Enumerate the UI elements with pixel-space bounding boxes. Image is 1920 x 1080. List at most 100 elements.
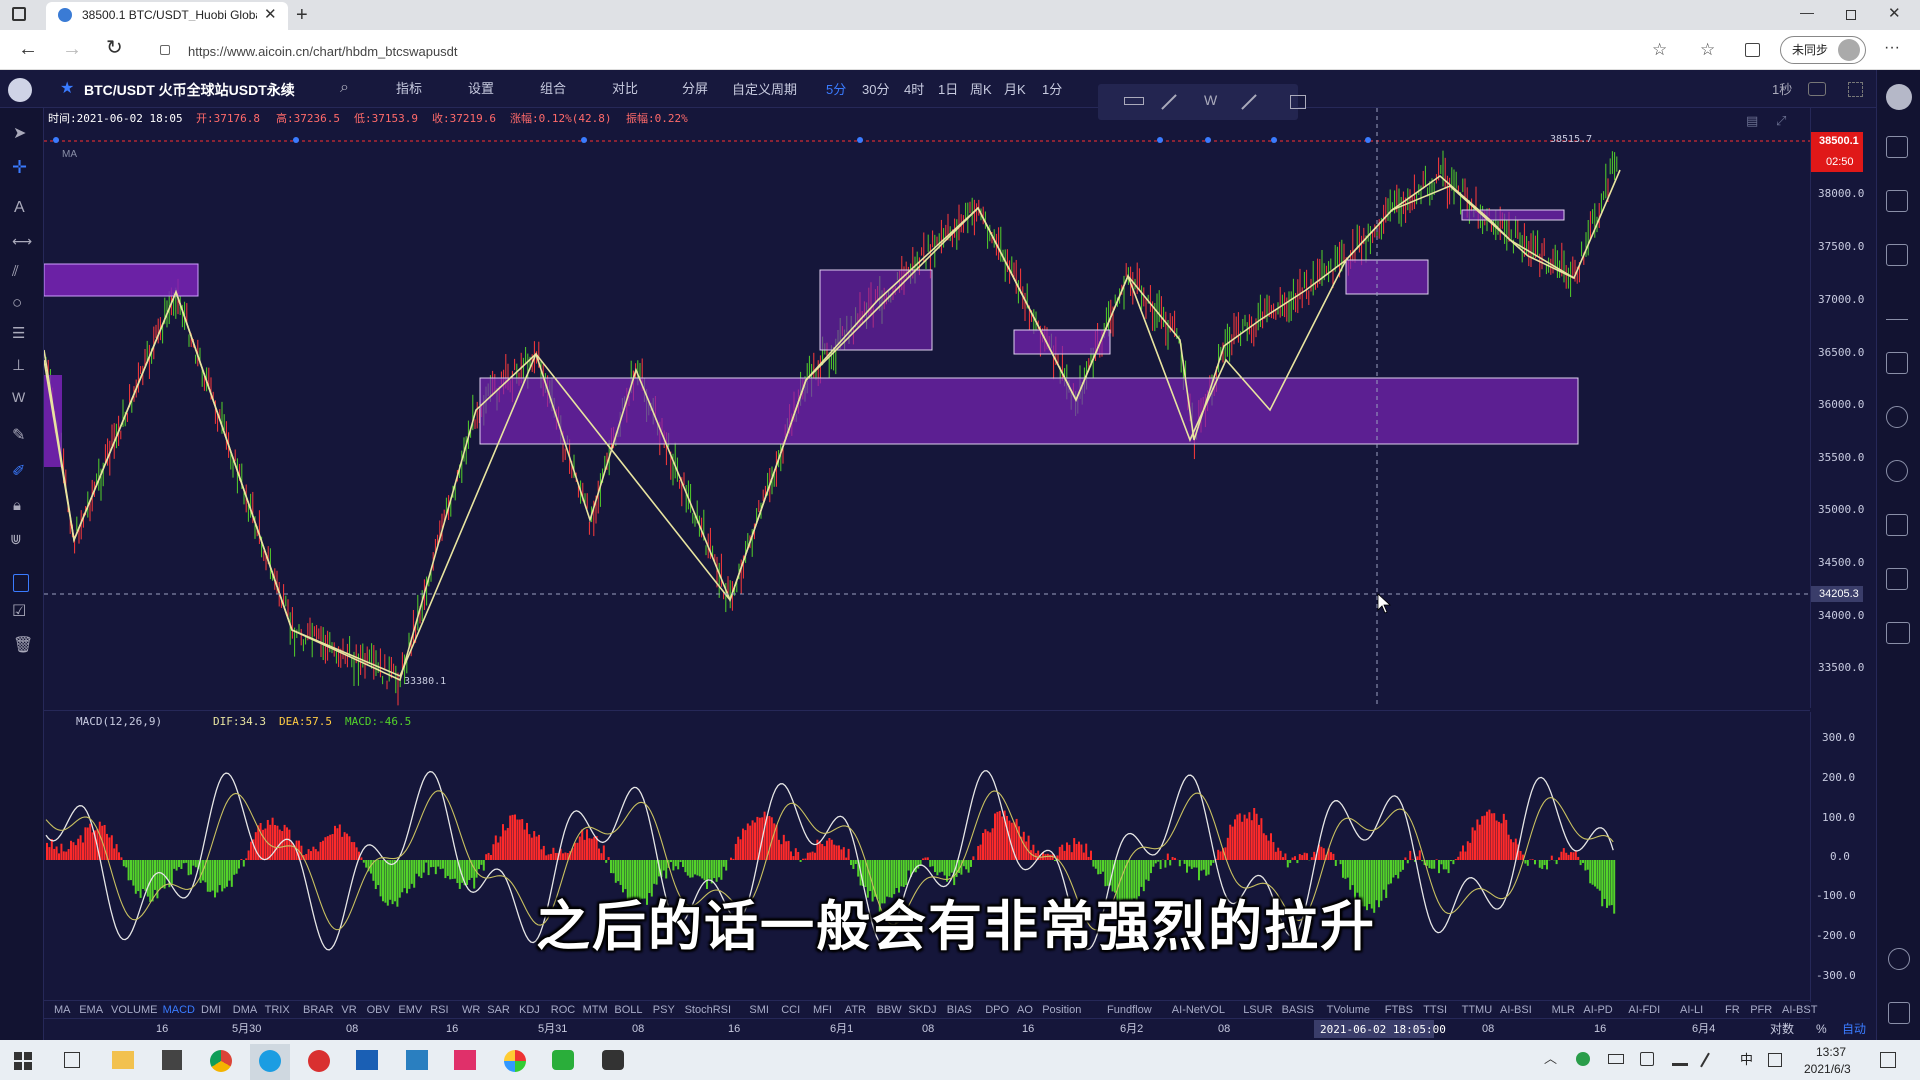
auto-scale-toggle[interactable]: 自动 — [1842, 1023, 1866, 1035]
clock-date[interactable]: 2021/6/3 — [1804, 1063, 1851, 1075]
indicator-tab[interactable]: TTMU — [1462, 1005, 1493, 1016]
symbol-title[interactable]: BTC/USDT 火币全球站USDT永续 — [84, 83, 295, 97]
indicator-tab[interactable]: AI-PD — [1583, 1005, 1612, 1016]
app-clover-icon[interactable] — [504, 1050, 526, 1072]
indicator-tab[interactable]: BASIS — [1282, 1005, 1314, 1016]
battery-icon[interactable] — [1608, 1054, 1624, 1064]
app-photo-icon[interactable] — [406, 1050, 428, 1070]
indicator-tab[interactable]: MACD — [163, 1005, 195, 1016]
indicator-tab[interactable]: TRIX — [265, 1005, 290, 1016]
ruler-icon[interactable]: ✎ — [12, 428, 25, 444]
toolbar-indicators[interactable]: 指标 — [378, 82, 422, 95]
ruler-tool-icon[interactable] — [1124, 97, 1144, 105]
indicator-tab[interactable]: MFI — [813, 1005, 832, 1016]
crosshair-icon[interactable]: ✛ — [12, 158, 27, 176]
add-favorite-icon[interactable]: ☆ — [1652, 41, 1667, 58]
wallet-icon[interactable] — [1886, 568, 1908, 590]
period-1d[interactable]: 1日 — [938, 83, 958, 96]
wechat-icon[interactable] — [552, 1050, 574, 1070]
ellipse-tool-icon[interactable]: ○ — [12, 294, 22, 311]
edit-list-icon[interactable]: ☑ — [12, 604, 26, 620]
indicator-tab[interactable]: MA — [54, 1005, 71, 1016]
fib-tool-icon[interactable]: ⫽ — [12, 264, 19, 279]
camera-icon[interactable] — [1808, 82, 1826, 96]
fullscreen-icon[interactable] — [1848, 82, 1863, 97]
indicator-tab[interactable]: AI-BSI — [1500, 1005, 1532, 1016]
magnet-icon[interactable]: ⋓ — [10, 532, 22, 546]
bookmark-icon[interactable] — [13, 574, 29, 592]
period-1m[interactable]: 1分 — [1042, 83, 1062, 96]
brush-icon[interactable]: ✐ — [12, 464, 25, 480]
segment-tool-icon[interactable]: ⟷ — [12, 234, 32, 248]
indicator-tab[interactable]: AI-FDI — [1628, 1005, 1660, 1016]
indicator-tab[interactable]: VR — [341, 1005, 356, 1016]
period-menu[interactable]: 自定义周期 — [732, 83, 797, 96]
toolbar-compare[interactable]: 对比 — [594, 82, 638, 95]
volume-icon[interactable] — [1640, 1052, 1654, 1066]
clock-icon[interactable] — [1886, 406, 1908, 428]
window-close-icon[interactable]: ✕ — [1888, 6, 1901, 21]
user-avatar[interactable] — [1886, 84, 1912, 110]
headset-icon[interactable] — [1888, 948, 1910, 970]
task-view-icon[interactable] — [64, 1052, 80, 1068]
indicator-tab[interactable]: BIAS — [947, 1005, 972, 1016]
period-4h[interactable]: 4时 — [904, 83, 924, 96]
pen-icon[interactable] — [1700, 1052, 1710, 1068]
period-5m[interactable]: 5分 — [826, 83, 846, 96]
indicator-tab[interactable]: DMA — [233, 1005, 257, 1016]
app-video-icon[interactable] — [356, 1050, 378, 1070]
indicator-tab[interactable]: PSY — [653, 1005, 675, 1016]
store-icon[interactable] — [162, 1050, 182, 1070]
network-icon[interactable] — [1672, 1052, 1688, 1066]
indicator-tab[interactable]: AI-LI — [1680, 1005, 1703, 1016]
recorder-icon[interactable] — [602, 1050, 624, 1070]
document-icon[interactable] — [1886, 514, 1908, 536]
indicator-tab[interactable]: Position — [1042, 1005, 1081, 1016]
indicator-tab[interactable]: TVolume — [1327, 1005, 1370, 1016]
alert-list-icon[interactable] — [1886, 244, 1908, 266]
new-tab-icon[interactable]: + — [296, 5, 308, 25]
clock-time[interactable]: 13:37 — [1816, 1046, 1846, 1058]
indicator-tab[interactable]: SAR — [487, 1005, 510, 1016]
indicator-tab[interactable]: LSUR — [1243, 1005, 1272, 1016]
tab-close-icon[interactable]: ✕ — [264, 7, 277, 22]
indicator-tab[interactable]: SMI — [749, 1005, 769, 1016]
indicator-tab[interactable]: WR — [462, 1005, 480, 1016]
collections-icon[interactable] — [1745, 43, 1760, 57]
back-icon[interactable]: ← — [18, 39, 38, 59]
rect-tool-icon[interactable] — [1290, 95, 1306, 109]
toolbar-split[interactable]: 分屏 — [664, 82, 708, 95]
indicator-tab[interactable]: FTBS — [1385, 1005, 1413, 1016]
indicator-tab[interactable]: DMI — [201, 1005, 221, 1016]
indicator-tab[interactable]: BRAR — [303, 1005, 334, 1016]
more-icon[interactable]: ··· — [1884, 40, 1900, 56]
indicator-tab[interactable]: CCI — [781, 1005, 800, 1016]
macd-chart[interactable] — [44, 712, 1810, 1002]
indicator-tab[interactable]: TTSI — [1423, 1005, 1447, 1016]
measure-tool-icon[interactable]: ⊥ — [12, 358, 25, 373]
period-1mo[interactable]: 月K — [1004, 83, 1026, 96]
share-icon[interactable] — [1886, 352, 1908, 374]
indicator-tab[interactable]: AO — [1017, 1005, 1033, 1016]
shield-icon[interactable] — [1576, 1052, 1590, 1066]
favorite-star-icon[interactable]: ★ — [60, 81, 74, 97]
period-1w[interactable]: 周K — [970, 83, 992, 96]
indicator-tab[interactable]: VOLUME — [111, 1005, 157, 1016]
pro-icon[interactable] — [1886, 622, 1910, 644]
main-chart[interactable]: 38515.7 33380.1 — [44, 108, 1810, 708]
toolbar-settings[interactable]: 设置 — [450, 82, 494, 95]
wave-tool-icon[interactable]: W — [1204, 93, 1217, 107]
parallel-tool-icon[interactable]: ☰ — [12, 326, 25, 341]
indicator-tab[interactable]: MLR — [1552, 1005, 1575, 1016]
search-icon[interactable]: ⌕ — [340, 80, 349, 96]
cursor-icon[interactable]: ➤ — [13, 126, 26, 142]
indicator-tab[interactable]: EMA — [79, 1005, 103, 1016]
indicator-tab[interactable]: FR — [1725, 1005, 1740, 1016]
tray-expand-icon[interactable]: ︿ — [1544, 1052, 1557, 1065]
indicator-tab[interactable]: OBV — [367, 1005, 390, 1016]
window-menu-icon[interactable] — [12, 7, 26, 21]
indicator-tab[interactable]: AI-NetVOL — [1172, 1005, 1225, 1016]
keyboard-icon[interactable] — [1768, 1053, 1782, 1067]
indicator-tab[interactable]: StochRSI — [685, 1005, 731, 1016]
notification-icon[interactable] — [1880, 1052, 1896, 1068]
